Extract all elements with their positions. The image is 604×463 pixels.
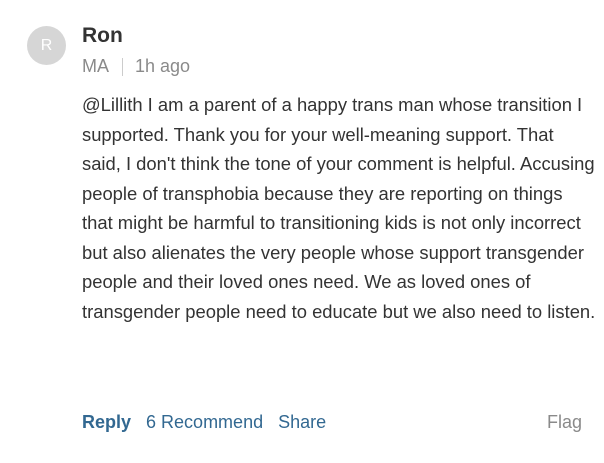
comment-actions: Reply 6 Recommend Share Flag — [82, 410, 582, 434]
author-name: Ron — [82, 24, 123, 47]
share-button[interactable]: Share — [278, 412, 326, 433]
meta-divider — [122, 57, 123, 76]
author-location: MA — [82, 56, 109, 76]
avatar-initial: R — [40, 37, 53, 54]
reply-button[interactable]: Reply — [82, 412, 131, 433]
avatar: R — [27, 26, 66, 65]
flag-button[interactable]: Flag — [547, 412, 582, 433]
comment-timestamp: 1h ago — [135, 56, 191, 76]
comment-body: @Lillith I am a parent of a happy trans … — [82, 94, 596, 322]
comment-meta: MA 1h ago — [82, 56, 190, 77]
recommend-button[interactable]: 6 Recommend — [146, 412, 263, 433]
comment: R Ron MA 1h ago @Lillith I am a parent o… — [0, 0, 604, 463]
